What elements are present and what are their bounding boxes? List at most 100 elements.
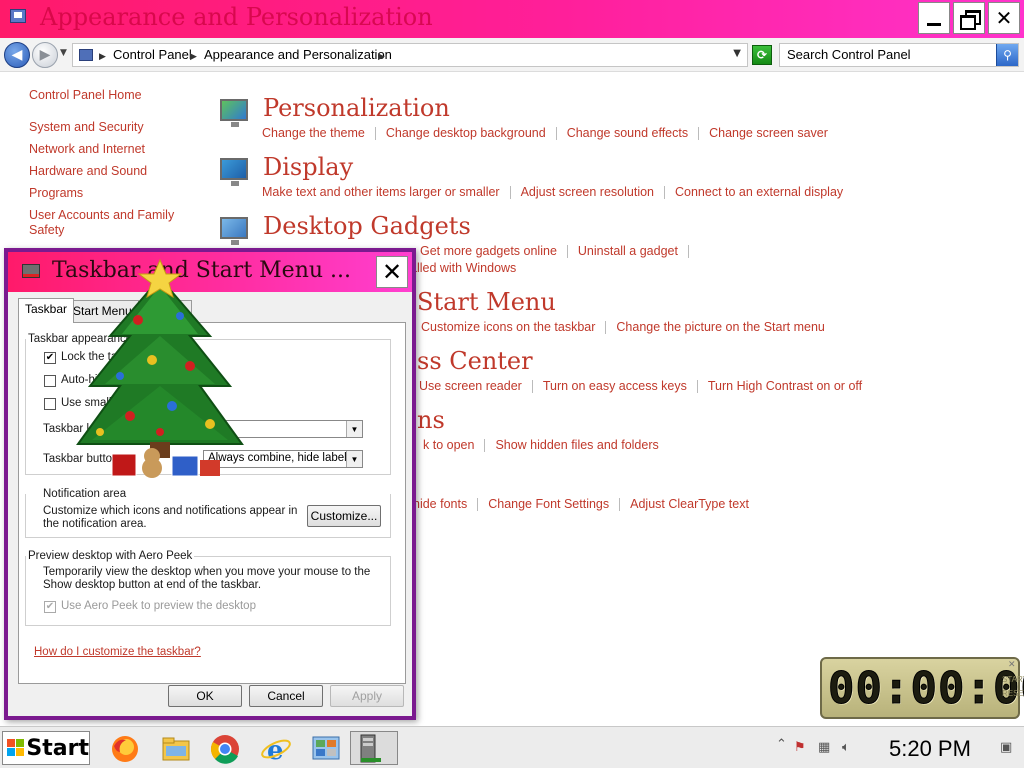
stopwatch-start-button[interactable]: START [1002,673,1024,687]
category-title-folder-options[interactable]: ns [417,406,445,434]
customize-button[interactable]: Customize... [307,505,381,527]
link-change-screen-saver[interactable]: Change screen saver [709,126,828,140]
link-adjust-cleartype[interactable]: Adjust ClearType text [630,497,749,511]
aero-peek-checkbox[interactable]: ✔ [44,601,56,613]
start-label: Start [26,735,89,761]
gadget-close-icon[interactable]: ✕ [1008,660,1016,670]
category-links: Use screen reader Turn on easy access key… [419,379,862,394]
dialog-close-button[interactable]: ✕ [376,256,408,288]
small-icons-checkbox[interactable] [44,398,56,410]
help-link[interactable]: How do I customize the taskbar? [34,646,201,658]
refresh-icon: ⟳ [756,48,768,62]
nav-user-accounts-safety[interactable]: Safety [29,223,64,238]
refresh-button[interactable]: ⟳ [752,45,772,65]
link-text-size[interactable]: Make text and other items larger or smal… [262,185,500,199]
breadcrumb-appearance[interactable]: Appearance and Personalization [204,47,392,62]
link-screen-resolution[interactable]: Adjust screen resolution [521,185,654,199]
stopwatch-controls: START RESET [1002,673,1024,701]
system-tray: ⌃ ⚑ ▦ 🔈︎ 5:20 PM ▣ [772,731,1024,765]
start-button[interactable]: Start [2,731,90,765]
link-change-theme[interactable]: Change the theme [262,126,365,140]
search-placeholder: Search Control Panel [787,47,911,62]
nav-programs[interactable]: Programs [29,186,83,201]
minimize-icon [927,22,941,26]
nav-system-security[interactable]: System and Security [29,120,144,135]
search-icon: ⚲ [1003,48,1012,62]
link-external-display[interactable]: Connect to an external display [675,185,843,199]
link-change-desktop-background[interactable]: Change desktop background [386,126,546,140]
arrow-right-icon: ▶ [39,47,51,63]
category-links-fonts: hide fonts Change Font Settings Adjust Cle… [413,497,749,512]
action-center-flag-icon[interactable]: ⚑ [794,740,806,755]
chevron-down-icon: ▼ [346,421,362,437]
nav-network-internet[interactable]: Network and Internet [29,142,145,157]
network-icon[interactable]: ▦ [818,740,830,755]
lock-taskbar-checkbox[interactable]: ✔ [44,352,56,364]
recent-pages-dropdown[interactable]: ▼ [60,48,67,58]
tab-taskbar[interactable]: Taskbar [18,298,75,323]
personalization-icon [218,97,250,127]
ok-button[interactable]: OK [168,685,242,707]
clock-time[interactable]: 5:20 PM [889,736,971,762]
firefox-icon[interactable] [107,731,141,765]
breadcrumb-separator[interactable]: ▶ [99,47,112,62]
window-title: Appearance and Personalization [40,3,433,31]
link-easy-access-keys[interactable]: Turn on easy access keys [543,379,687,393]
notification-description: Customize which icons and notifications … [43,505,298,530]
link-high-contrast[interactable]: Turn High Contrast on or off [708,379,862,393]
link-click-to-open[interactable]: k to open [423,438,474,452]
apply-button[interactable]: Apply [330,685,404,707]
category-links: Customize icons on the taskbar Change the… [421,320,825,335]
category-title-ease-of-access[interactable]: ss Center [417,347,533,375]
link-screen-reader[interactable]: Use screen reader [419,379,522,393]
search-button[interactable]: ⚲ [996,44,1018,66]
show-desktop-icon[interactable]: ▣ [1000,740,1012,755]
back-button[interactable]: ◀ [4,42,30,68]
control-panel-icon[interactable] [308,731,342,765]
search-input[interactable]: Search Control Panel ⚲ [779,43,1019,67]
file-explorer-icon[interactable] [158,731,192,765]
link-uninstall-gadget[interactable]: Uninstall a gadget [578,244,678,258]
aero-peek-label: Use Aero Peek to preview the desktop [61,600,256,612]
nav-hardware-sound[interactable]: Hardware and Sound [29,164,147,179]
windows-logo-icon [7,739,24,757]
category-title[interactable]: Display [263,153,353,181]
nav-control-panel-home[interactable]: Control Panel Home [29,88,142,103]
link-change-sound-effects[interactable]: Change sound effects [567,126,688,140]
link-customize-taskbar-icons[interactable]: Customize icons on the taskbar [421,320,595,334]
close-button[interactable]: ✕ [988,2,1020,34]
link-show-hide-fonts[interactable]: hide fonts [413,497,467,511]
stopwatch-gadget[interactable]: 00:00:00 START RESET ✕ [820,657,1024,719]
volume-icon[interactable]: 🔈︎ [842,740,850,755]
category-links: Change the theme Change desktop backgroun… [262,126,828,141]
breadcrumb-separator[interactable]: ▶ [190,47,203,62]
internet-explorer-icon[interactable]: e [258,731,292,766]
link-gadgets-installed[interactable]: alled with Windows [410,261,516,275]
autohide-checkbox[interactable] [44,375,56,387]
link-show-hidden-files[interactable]: Show hidden files and folders [495,438,658,452]
address-bar[interactable]: ▶ Control Panel ▶ Appearance and Persona… [72,43,748,67]
address-history-dropdown[interactable]: ▼ [733,48,741,59]
chevron-down-icon: ▼ [346,451,362,467]
main-title-bar: Appearance and Personalization ✕ [0,0,1024,38]
cancel-button[interactable]: Cancel [249,685,323,707]
aero-peek-description: Temporarily view the desktop when you mo… [43,566,371,591]
nav-user-accounts[interactable]: User Accounts and Family [29,208,174,223]
minimize-button[interactable] [918,2,950,34]
link-more-gadgets[interactable]: Get more gadgets online [420,244,557,258]
forward-button[interactable]: ▶ [32,42,58,68]
stopwatch-reset-button[interactable]: RESET [1002,687,1024,701]
breadcrumb-control-panel[interactable]: Control Panel [113,47,192,62]
show-hidden-icons-button[interactable]: ⌃ [776,737,787,752]
breadcrumb-separator[interactable]: ▶ [378,47,391,62]
taskbar-properties-icon[interactable] [350,731,398,765]
category-title-taskbar[interactable]: Start Menu [417,288,556,316]
restore-button[interactable] [953,2,985,34]
category-title[interactable]: Personalization [263,94,450,122]
link-change-start-picture[interactable]: Change the picture on the Start menu [616,320,824,334]
stopwatch-display: 00:00:00 [828,663,1024,714]
link-change-font-settings[interactable]: Change Font Settings [488,497,609,511]
chrome-icon[interactable] [207,731,241,765]
category-title[interactable]: Desktop Gadgets [263,212,471,240]
taskbar: Start e ⌃ ⚑ ▦ 🔈︎ 5:20 PM ▣ [0,726,1024,768]
